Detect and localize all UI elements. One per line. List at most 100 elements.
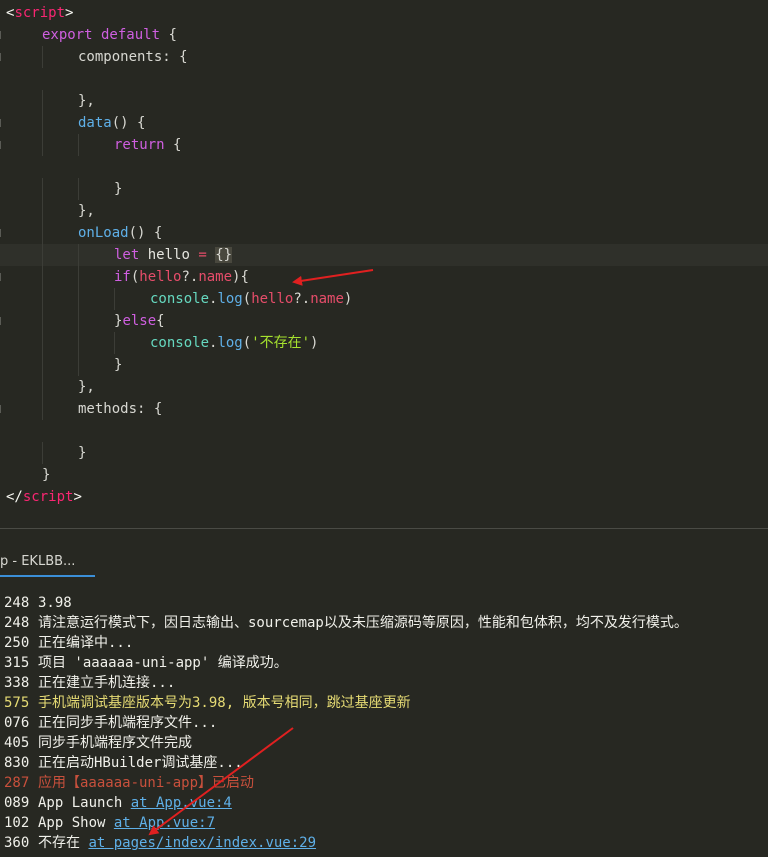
- source-location-link[interactable]: at App.vue:7: [114, 815, 215, 831]
- code-line[interactable]: console.log(hello?.name): [0, 288, 768, 310]
- code-line[interactable]: data() {: [0, 112, 768, 134]
- indent-guide: [78, 354, 79, 376]
- indent-guide: [78, 288, 79, 310]
- indent-guide: [42, 266, 43, 288]
- code-token: =: [198, 247, 207, 263]
- code-token: components: [78, 49, 163, 65]
- code-token: }: [42, 467, 51, 483]
- code-token: else: [122, 313, 157, 329]
- log-timestamp: 102: [4, 815, 30, 831]
- code-token: hello: [251, 291, 294, 307]
- log-line: 250 正在编译中...: [0, 633, 768, 653]
- code-line[interactable]: [0, 68, 768, 90]
- code-line[interactable]: components: {: [0, 46, 768, 68]
- indent-guide: [78, 310, 79, 332]
- indent-guide: [114, 288, 115, 310]
- code-token: : {: [137, 401, 163, 417]
- code-token: script: [14, 5, 66, 21]
- code-line[interactable]: },: [0, 90, 768, 112]
- log-line: 089 App Launch at App.vue:4: [0, 793, 768, 813]
- code-line[interactable]: let hello = {}: [0, 244, 768, 266]
- code-token: ): [343, 291, 353, 307]
- code-token: onLoad: [78, 225, 129, 241]
- code-line[interactable]: [0, 420, 768, 442]
- fold-marker-icon[interactable]: [0, 119, 4, 127]
- code-token: ){: [232, 269, 249, 285]
- console-tab-device[interactable]: p - EKLBB...: [0, 551, 95, 577]
- fold-marker-icon[interactable]: [0, 229, 4, 237]
- code-text: return {: [114, 134, 181, 156]
- indent-guide: [42, 442, 43, 464]
- code-line[interactable]: console.log('不存在'): [0, 332, 768, 354]
- log-line: 360 不存在 at pages/index/index.vue:29: [0, 833, 768, 853]
- code-text: onLoad() {: [78, 222, 162, 244]
- fold-marker-icon[interactable]: [0, 53, 4, 61]
- code-line[interactable]: methods: {: [0, 398, 768, 420]
- indent-guide: [78, 244, 79, 266]
- code-line[interactable]: }: [0, 442, 768, 464]
- code-token: >: [73, 489, 82, 505]
- log-timestamp: 089: [4, 795, 30, 811]
- code-token: let: [114, 247, 140, 263]
- fold-marker-icon[interactable]: [0, 141, 4, 149]
- code-line[interactable]: </script>: [0, 486, 768, 508]
- code-token: >: [65, 5, 74, 21]
- log-message: 同步手机端程序文件完成: [38, 735, 192, 751]
- code-line[interactable]: }else{: [0, 310, 768, 332]
- code-token: },: [78, 379, 95, 395]
- code-token: console: [150, 335, 210, 351]
- log-message: 正在同步手机端程序文件...: [38, 715, 218, 731]
- code-token: (: [242, 291, 252, 307]
- code-token: {: [156, 313, 165, 329]
- code-editor[interactable]: <script> export default {components: {}, d…: [0, 0, 768, 528]
- code-line[interactable]: [0, 156, 768, 178]
- code-line[interactable]: <script>: [0, 2, 768, 24]
- indent-guide: [114, 332, 115, 354]
- code-line[interactable]: onLoad() {: [0, 222, 768, 244]
- code-token: hello: [139, 247, 199, 263]
- code-token: ): [310, 335, 319, 351]
- code-line[interactable]: },: [0, 376, 768, 398]
- log-timestamp: 575: [4, 695, 30, 711]
- source-location-link[interactable]: at App.vue:4: [131, 795, 232, 811]
- code-text: }: [78, 442, 86, 464]
- indent-guide: [42, 244, 43, 266]
- code-text: }: [114, 178, 122, 200]
- log-message: 3.98: [38, 595, 72, 611]
- code-token: script: [22, 489, 74, 505]
- indent-guide: [78, 134, 79, 156]
- log-timestamp: 248: [4, 595, 30, 611]
- indent-guide: [42, 112, 43, 134]
- fold-marker-icon[interactable]: [0, 405, 4, 413]
- code-line[interactable]: if(hello?.name){: [0, 266, 768, 288]
- code-token: hello: [139, 269, 182, 285]
- log-timestamp: 338: [4, 675, 30, 691]
- code-token: },: [78, 93, 95, 109]
- log-line: 287 应用【aaaaaa-uni-app】已启动: [0, 773, 768, 793]
- code-line[interactable]: }: [0, 354, 768, 376]
- code-token: name: [310, 291, 344, 307]
- code-text: }else{: [114, 310, 165, 332]
- indent-guide: [42, 354, 43, 376]
- indent-guide: [42, 90, 43, 112]
- fold-marker-icon[interactable]: [0, 317, 4, 325]
- code-line[interactable]: return {: [0, 134, 768, 156]
- code-token: {: [164, 137, 182, 153]
- code-token: },: [78, 203, 95, 219]
- log-timestamp: 287: [4, 775, 30, 791]
- log-timestamp: 830: [4, 755, 30, 771]
- fold-marker-icon[interactable]: [0, 31, 4, 39]
- indent-guide: [78, 178, 79, 200]
- source-location-link[interactable]: at pages/index/index.vue:29: [88, 835, 316, 851]
- code-token: () {: [128, 225, 163, 241]
- code-text: }: [114, 354, 122, 376]
- code-line[interactable]: export default {: [0, 24, 768, 46]
- code-line[interactable]: }: [0, 178, 768, 200]
- fold-marker-icon[interactable]: [0, 273, 4, 281]
- code-line[interactable]: },: [0, 200, 768, 222]
- code-text: export default {: [42, 24, 177, 46]
- console-output[interactable]: 248 3.98 248 请注意运行模式下，因日志输出、sourcemap以及未压缩源…: [0, 593, 768, 857]
- code-line[interactable]: }: [0, 464, 768, 486]
- indent-guide: [42, 398, 43, 420]
